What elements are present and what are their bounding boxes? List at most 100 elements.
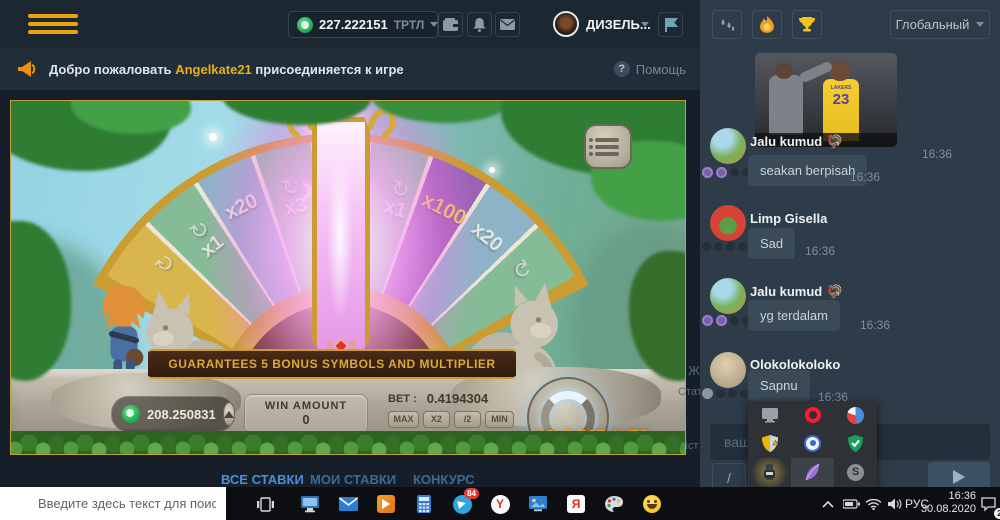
question-icon: ? <box>614 61 630 77</box>
taskbar-mail-icon[interactable] <box>335 491 361 517</box>
clock-date: 30.08.2020 <box>921 503 976 516</box>
balance-expand-button[interactable] <box>223 402 235 426</box>
avatar[interactable] <box>710 128 746 164</box>
tray-update-icon[interactable] <box>791 429 834 457</box>
clipped-label: Стат <box>678 386 702 398</box>
user-menu-chevron-icon[interactable] <box>641 22 649 27</box>
wallet-icon <box>443 18 458 31</box>
send-icon <box>953 470 965 484</box>
message-author: Limp Gisella <box>750 210 827 228</box>
taskbar-yandex-icon[interactable]: Я <box>563 491 589 517</box>
contest-button[interactable] <box>792 10 822 39</box>
announcement-suffix: присоединяется к игре <box>255 62 403 77</box>
avatar[interactable] <box>710 205 746 241</box>
top-header: 227.222151 ТРТЛ ДИЗЕЛЬ... <box>0 0 700 48</box>
announcement-username: Angelkate21 <box>175 62 252 77</box>
slot-game-frame: ↻ ↻x1 x20 ↻x3 x50 ↻x1 x100 x20 ↻ <box>10 100 686 455</box>
announcement-bar: Добро пожаловать Angelkate21 присоединяе… <box>0 48 700 90</box>
user-avatar[interactable] <box>553 11 579 37</box>
turkey-emoji: 🦃 <box>827 134 843 149</box>
win-amount-panel: WIN AMOUNT 0 <box>244 394 368 434</box>
tray-device-icon[interactable] <box>748 458 791 487</box>
task-view-button[interactable] <box>252 491 278 517</box>
rain-button[interactable] <box>712 10 742 39</box>
bet-double-button[interactable]: X2 <box>423 411 450 428</box>
win-amount-value: 0 <box>245 412 367 427</box>
photo-figure <box>769 75 803 135</box>
balance-selector[interactable]: 227.222151 ТРТЛ <box>288 11 438 38</box>
mail-icon <box>500 19 515 30</box>
taskbar-yandex-browser-icon[interactable]: Y <box>487 491 513 517</box>
message-time: 16:36 <box>850 170 880 184</box>
tray-pie-app-icon[interactable] <box>834 401 877 429</box>
messages-button[interactable] <box>495 12 520 37</box>
tray-antivirus-icon[interactable] <box>834 429 877 457</box>
megaphone-icon <box>18 61 36 77</box>
tab-contest[interactable]: КОНКУРС <box>413 472 475 487</box>
win-amount-label: WIN AMOUNT <box>245 400 367 412</box>
clipped-label: Ж <box>688 363 700 378</box>
taskbar-photos-icon[interactable] <box>525 491 551 517</box>
bet-max-button[interactable]: MAX <box>388 411 419 428</box>
bet-label: BET : <box>388 393 417 405</box>
message-author: Jalu kumud 🦃 <box>750 133 843 151</box>
trtl-coin-icon <box>297 17 313 33</box>
header-balance: 227.222151 <box>319 17 388 32</box>
avatar[interactable] <box>710 352 746 388</box>
taskbar-telegram-icon[interactable]: 84 <box>449 491 475 517</box>
wallet-button[interactable] <box>438 12 463 37</box>
feedback-button[interactable] <box>658 12 683 37</box>
help-label: Помощь <box>636 62 686 77</box>
telegram-unread-badge: 84 <box>464 488 479 499</box>
sparkle <box>489 167 495 173</box>
message-time: 16:36 <box>860 318 890 332</box>
action-center-badge: 2 <box>994 508 1000 519</box>
message-time: 16:36 <box>922 147 952 161</box>
tray-opera-icon[interactable] <box>791 401 834 429</box>
taskbar-search-input[interactable] <box>0 487 226 520</box>
tray-feather-app-icon[interactable] <box>791 458 834 487</box>
game-balance: 208.250831 <box>147 407 216 422</box>
bonus-banner-text: GUARANTEES 5 BONUS SYMBOLS AND MULTIPLIE… <box>168 357 495 371</box>
author-name: Limp Gisella <box>750 211 827 226</box>
chat-bubble: yg terdalam <box>748 300 840 331</box>
hamburger-menu-icon[interactable] <box>28 14 78 34</box>
tab-all-bets[interactable]: ВСЕ СТАВКИ <box>221 472 304 487</box>
taskbar-emoji-app-icon[interactable] <box>639 491 665 517</box>
author-name: Jalu kumud <box>750 284 822 299</box>
chat-channel-label: Глобальный <box>896 17 970 32</box>
currency-code: ТРТЛ <box>394 18 425 32</box>
announcement-prefix: Добро пожаловать <box>49 62 172 77</box>
game-balance-panel: 208.250831 <box>111 396 235 432</box>
taskbar-computer-icon[interactable] <box>297 491 323 517</box>
flag-icon <box>664 18 678 32</box>
menu-list-icon <box>595 138 619 142</box>
tray-defender-icon[interactable] <box>748 429 791 457</box>
chat-bubble: Sad <box>748 228 795 259</box>
bet-half-button[interactable]: /2 <box>454 411 481 428</box>
jersey-number: 23 <box>823 91 859 108</box>
game-menu-button[interactable] <box>584 124 632 169</box>
hot-button[interactable] <box>752 10 782 39</box>
chevron-down-icon <box>976 22 984 27</box>
taskbar-paint-icon[interactable] <box>601 491 627 517</box>
notifications-button[interactable] <box>467 12 492 37</box>
windows-taskbar: 84 Y Я <box>0 487 1000 520</box>
bell-icon <box>473 18 486 32</box>
bet-min-button[interactable]: MIN <box>485 411 514 428</box>
action-center-button[interactable]: 2 <box>976 491 1000 517</box>
hidden-icons-popup: S <box>748 401 877 487</box>
tray-display-icon[interactable] <box>748 401 791 429</box>
taskbar-clock[interactable]: 16:36 30.08.2020 <box>921 490 976 516</box>
announcement-text: Добро пожаловать Angelkate21 присоединяе… <box>49 62 404 77</box>
avatar[interactable] <box>710 278 746 314</box>
tray-skype-icon[interactable]: S <box>834 458 877 487</box>
taskbar-movies-icon[interactable] <box>373 491 399 517</box>
message-time: 16:36 <box>805 244 835 258</box>
chat-channel-selector[interactable]: Глобальный <box>890 10 990 39</box>
help-button[interactable]: ? Помощь <box>614 61 686 77</box>
taskbar-calculator-icon[interactable] <box>411 491 437 517</box>
photo-jersey: LAKERS 23 <box>823 79 859 141</box>
tab-my-bets[interactable]: МОИ СТАВКИ <box>310 472 396 487</box>
clipped-label: Ист <box>680 440 698 452</box>
